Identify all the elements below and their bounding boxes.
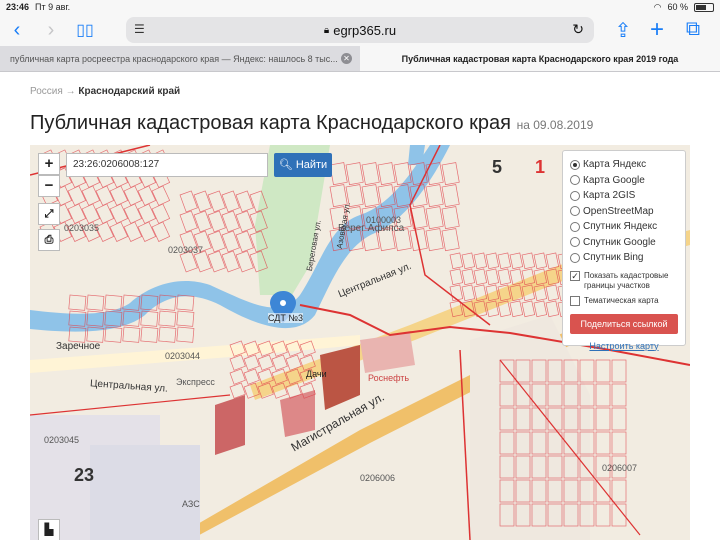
layer-option[interactable]: OpenStreetMap — [570, 204, 678, 220]
tab-title: публичная карта росреестра краснодарског… — [10, 53, 338, 64]
search-button[interactable]: 🔍︎ Найти — [274, 153, 332, 177]
tab-strip: публичная карта росреестра краснодарског… — [0, 46, 720, 72]
lock-icon: 🔒︎ — [323, 24, 330, 36]
zoom-in-button[interactable]: + — [38, 153, 60, 175]
tab-search[interactable]: публичная карта росреестра краснодарског… — [0, 46, 360, 71]
borders-checkbox[interactable]: ✓ Показать кадастровые границы участков — [570, 270, 678, 291]
breadcrumb: Россия → Краснодарский край — [30, 86, 180, 97]
status-time: 23:46 — [6, 2, 30, 12]
page-title-text: Публичная кадастровая карта Краснодарско… — [30, 112, 512, 134]
layer-option[interactable]: Карта Google — [570, 173, 678, 189]
checkbox-icon[interactable] — [570, 295, 580, 306]
layer-option[interactable]: Карта 2GIS — [570, 188, 678, 204]
breadcrumb-current: Краснодарский край — [78, 86, 181, 97]
cadastral-map[interactable]: + − ⤢ ⎙ ▙ 23:26:0206008:127 🔍︎ Найти 020… — [30, 145, 690, 540]
parcel-label: 0206006 — [360, 473, 396, 483]
place-label: Заречное — [56, 341, 101, 352]
radio-icon[interactable] — [570, 237, 580, 248]
book-icon[interactable]: ▯▯ — [68, 20, 102, 40]
quarter-label: 5 — [492, 157, 503, 177]
search-input[interactable]: 23:26:0206008:127 — [66, 153, 268, 177]
plus-icon[interactable]: + — [640, 16, 674, 44]
share-link-button[interactable]: Поделиться ссылкой — [570, 313, 678, 334]
status-bar: 23:46 Пт 9 авг. ◠ 60 % — [0, 0, 720, 14]
ruler-icon[interactable]: ▙ — [38, 519, 60, 540]
date-prefix: на — [516, 118, 530, 132]
setup-map-link[interactable]: Настроить карту — [570, 341, 678, 351]
chevron-right-icon[interactable]: › — [34, 19, 68, 42]
close-icon[interactable]: ✕ — [341, 53, 352, 64]
layer-option-label: OpenStreetMap — [583, 205, 654, 217]
url-bar[interactable]: ☰ 🔒︎ egrp365.ru ↻ — [126, 17, 594, 43]
page-date: на 09.08.2019 — [517, 118, 594, 132]
thematic-label: Тематическая карта — [584, 295, 659, 305]
layer-option-label: Спутник Bing — [583, 252, 644, 264]
layer-option[interactable]: Спутник Яндекс — [570, 219, 678, 235]
reload-icon[interactable]: ↻ — [572, 21, 584, 38]
radio-icon[interactable] — [570, 159, 580, 170]
place-label: Дачи — [306, 369, 327, 379]
wifi-icon: ◠ — [653, 1, 662, 12]
fullscreen-icon[interactable]: ⤢ — [38, 203, 60, 225]
share-icon[interactable]: ⇪ — [606, 18, 640, 43]
breadcrumb-root[interactable]: Россия — [30, 86, 63, 97]
place-label: Экспресс — [176, 377, 215, 387]
search-button-label: Найти — [295, 159, 328, 171]
parcel-label: 0206007 — [602, 463, 638, 473]
layer-option-label: Карта 2GIS — [583, 190, 636, 202]
parcel-label: 0203035 — [64, 223, 100, 233]
text-icon[interactable]: ☰ — [134, 22, 145, 36]
search-icon: 🔍︎ — [278, 159, 293, 171]
parcel-label: 0203037 — [168, 245, 204, 255]
thematic-checkbox[interactable]: Тематическая карта — [570, 295, 678, 306]
layer-option-label: Спутник Яндекс — [583, 221, 658, 233]
url-text: egrp365.ru — [333, 22, 397, 38]
quarter-label: 23 — [74, 465, 95, 485]
check-icon[interactable]: ✓ — [570, 270, 580, 281]
radio-icon[interactable] — [570, 221, 580, 232]
radio-icon[interactable] — [570, 252, 580, 263]
place-label: АЗС — [182, 499, 200, 509]
tab-title: Публичная кадастровая карта Краснодарско… — [401, 53, 679, 64]
borders-label: Показать кадастровые границы участков — [584, 270, 669, 290]
zoom-out-button[interactable]: − — [38, 175, 60, 197]
layer-option[interactable]: Карта Яндекс — [570, 157, 678, 173]
print-icon[interactable]: ⎙ — [38, 229, 60, 251]
map-marker[interactable] — [270, 291, 296, 323]
chevron-left-icon[interactable]: ‹ — [0, 19, 34, 42]
tabs-icon[interactable]: ⧉ — [676, 18, 710, 41]
layer-option[interactable]: Спутник Bing — [570, 250, 678, 266]
place-label: Роснефть — [368, 373, 410, 383]
date-value: 09.08.2019 — [533, 118, 594, 132]
browser-toolbar: ‹ › ▯▯ ☰ 🔒︎ egrp365.ru ↻ ⇪ + ⧉ — [0, 14, 720, 46]
page-title: Публичная кадастровая карта Краснодарско… — [30, 112, 593, 135]
tab-active[interactable]: Публичная кадастровая карта Краснодарско… — [360, 46, 720, 71]
layer-option-label: Карта Google — [583, 174, 645, 186]
parcel-label: 0203044 — [165, 351, 201, 361]
radio-icon[interactable] — [570, 190, 580, 201]
layers-panel: Карта Яндекс Карта Google Карта 2GIS OpenSt… — [562, 150, 686, 351]
battery-icon — [694, 2, 714, 12]
layer-option-label: Карта Яндекс — [583, 159, 647, 171]
layer-option-label: Спутник Google — [583, 236, 656, 248]
battery-percent: 60 % — [667, 2, 688, 12]
radio-icon[interactable] — [570, 175, 580, 186]
arrow-icon: → — [65, 86, 76, 97]
layer-option[interactable]: Спутник Google — [570, 235, 678, 251]
quarter-label: 1 — [535, 157, 546, 177]
status-date: Пт 9 авг. — [35, 2, 71, 12]
parcel-label: 0203045 — [44, 435, 80, 445]
radio-icon[interactable] — [570, 206, 580, 217]
